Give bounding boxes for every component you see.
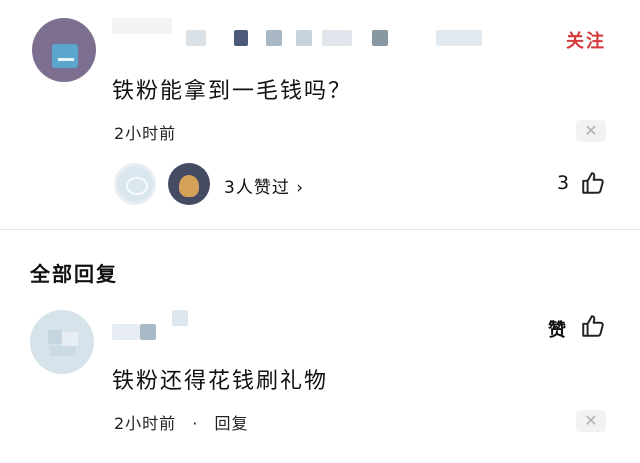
- reply-meta: 2小时前 · 回复: [114, 410, 248, 434]
- author-name-blurred[interactable]: [112, 18, 172, 34]
- author-name-blurred: [296, 30, 312, 46]
- follow-button[interactable]: 关注: [566, 27, 606, 53]
- reply-author-avatar[interactable]: [30, 310, 94, 374]
- author-name-blurred: [372, 30, 388, 46]
- post-time: 2小时前: [114, 124, 177, 143]
- avatar-figure: [179, 175, 199, 197]
- divider: [0, 229, 640, 230]
- avatar-figure-line: [58, 58, 74, 61]
- close-icon[interactable]: ✕: [576, 120, 606, 142]
- avatar-figure: [126, 177, 148, 195]
- author-avatar[interactable]: [32, 18, 96, 82]
- reply-button[interactable]: 回复: [214, 414, 248, 433]
- like-count: 3: [557, 172, 570, 194]
- likers-link[interactable]: 3人赞过 ›: [224, 173, 304, 198]
- close-glyph: ✕: [584, 121, 598, 140]
- reply-time: 2小时前: [114, 414, 177, 433]
- reply-author-name-blurred[interactable]: [112, 324, 140, 340]
- reply-content: 铁粉还得花钱刷礼物: [112, 369, 329, 394]
- thumbs-up-icon[interactable]: [580, 170, 606, 196]
- avatar-pixel: [48, 330, 62, 344]
- close-glyph: ✕: [584, 411, 598, 430]
- author-name-blurred: [266, 30, 282, 46]
- liker-avatar[interactable]: [114, 163, 156, 205]
- reply-like-label[interactable]: 赞: [548, 316, 566, 342]
- close-icon[interactable]: ✕: [576, 410, 606, 432]
- reply-author-name-blurred: [172, 310, 188, 326]
- reply-author-name-blurred: [140, 324, 156, 340]
- avatar-pixel: [50, 346, 76, 356]
- author-name-blurred: [186, 30, 206, 46]
- avatar-pixel: [62, 332, 78, 346]
- author-name-blurred: [436, 30, 482, 46]
- avatar-figure: [52, 44, 78, 68]
- thumbs-up-icon[interactable]: [580, 313, 606, 339]
- section-title: 全部回复: [30, 262, 118, 286]
- meta-separator: ·: [192, 414, 199, 433]
- author-name-blurred: [234, 30, 248, 46]
- author-name-blurred: [322, 30, 352, 46]
- liker-avatar[interactable]: [168, 163, 210, 205]
- post-content: 铁粉能拿到一毛钱吗？: [112, 79, 353, 104]
